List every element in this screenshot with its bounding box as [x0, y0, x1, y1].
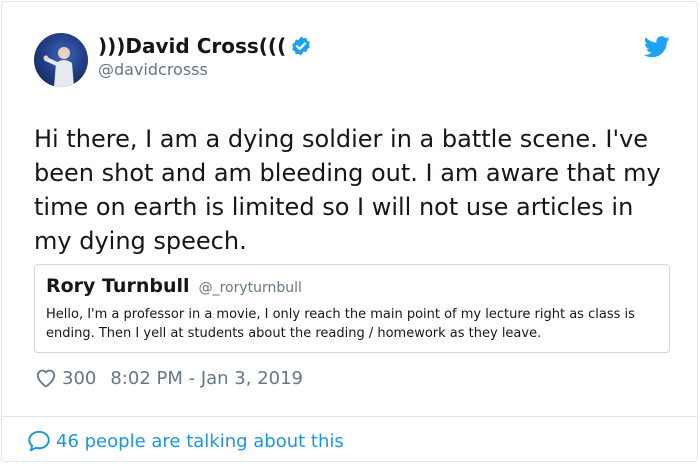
avatar-figure-icon	[43, 47, 74, 87]
tweet-timestamp[interactable]: 8:02 PM - Jan 3, 2019	[110, 368, 303, 389]
quoted-author-handle: @_roryturnbull	[198, 280, 302, 296]
quoted-author-name: Rory Turnbull	[46, 275, 190, 297]
twitter-bird-icon[interactable]	[644, 36, 670, 58]
quoted-tweet-header: Rory Turnbull @_roryturnbull	[46, 275, 302, 297]
avatar[interactable]	[34, 33, 88, 87]
divider	[2, 416, 697, 417]
quoted-tweet[interactable]: Rory Turnbull @_roryturnbull Hello, I'm …	[34, 264, 670, 353]
author-handle[interactable]: @davidcrosss	[98, 60, 208, 79]
tweet-card[interactable]: )))David Cross((( @davidcrosss Hi there,…	[1, 1, 698, 462]
author-name-row[interactable]: )))David Cross(((	[98, 34, 312, 58]
heart-icon[interactable]	[34, 366, 58, 390]
author-display-name[interactable]: )))David Cross(((	[98, 34, 286, 58]
tweet-meta: 300 8:02 PM - Jan 3, 2019	[34, 366, 303, 390]
talking-about-text[interactable]: 46 people are talking about this	[56, 431, 344, 452]
tweet-text: Hi there, I am a dying soldier in a batt…	[34, 125, 661, 255]
speech-bubble-icon	[28, 430, 50, 452]
like-count[interactable]: 300	[62, 368, 96, 389]
talking-about-link[interactable]: 46 people are talking about this	[26, 428, 344, 454]
quoted-tweet-text: Hello, I'm a professor in a movie, I onl…	[46, 307, 635, 341]
verified-badge-icon	[292, 36, 311, 56]
